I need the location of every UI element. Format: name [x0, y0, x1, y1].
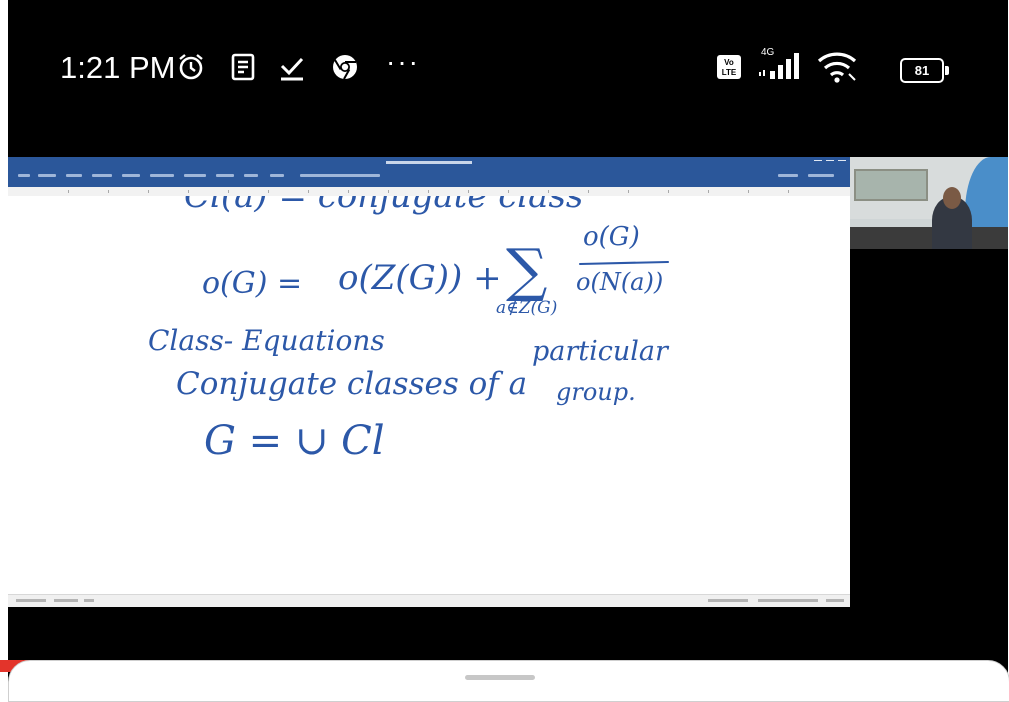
- word-title-bar: [8, 157, 850, 170]
- status-bar: 1:21 PM ··· Vo LTE 4G 81: [8, 0, 1008, 150]
- minimize-icon[interactable]: [814, 160, 822, 166]
- share-button[interactable]: [808, 174, 834, 177]
- wifi-icon: [816, 50, 860, 84]
- close-icon[interactable]: [838, 160, 846, 166]
- zoom-slider[interactable]: [758, 599, 818, 602]
- maximize-icon[interactable]: [826, 160, 834, 166]
- tab-insert[interactable]: [66, 174, 82, 177]
- tell-me-box[interactable]: [300, 174, 380, 177]
- proofing-icon: [84, 599, 94, 602]
- volte-icon: Vo LTE: [716, 52, 742, 82]
- svg-text:4G: 4G: [761, 47, 775, 58]
- view-buttons[interactable]: [708, 599, 748, 602]
- tab-design[interactable]: [92, 174, 112, 177]
- window-title: [386, 161, 472, 164]
- tab-mailings[interactable]: [184, 174, 206, 177]
- ink-fraction-bar: [578, 260, 670, 266]
- tab-references[interactable]: [150, 174, 174, 177]
- tab-review[interactable]: [216, 174, 234, 177]
- tab-file[interactable]: [18, 174, 30, 177]
- chrome-icon: [330, 52, 360, 82]
- bottom-sheet[interactable]: [8, 660, 1009, 702]
- tab-view[interactable]: [244, 174, 258, 177]
- presenter-webcam: [850, 157, 1008, 249]
- battery-icon: 81: [900, 58, 949, 83]
- more-dots-icon: ···: [386, 46, 420, 77]
- signal-4g-icon: 4G: [756, 44, 804, 84]
- alarm-clock-icon: [176, 52, 206, 82]
- word-count: [54, 599, 78, 602]
- video-frame: 1:21 PM ··· Vo LTE 4G 81 Cl(a) = conjuga…: [8, 0, 1008, 686]
- tab-draw[interactable]: [270, 174, 284, 177]
- status-time: 1:21 PM: [60, 50, 176, 85]
- download-done-icon: [278, 52, 306, 82]
- document-page: Cl(a) = conjugate class o(G) = o(Z(G)) +…: [8, 196, 850, 594]
- page-count: [16, 599, 46, 602]
- word-status-bar: [8, 594, 850, 607]
- ink-strokes: [578, 260, 670, 266]
- svg-text:LTE: LTE: [722, 68, 737, 77]
- word-ribbon-tabs: [8, 170, 850, 187]
- shared-screen: Cl(a) = conjugate class o(G) = o(Z(G)) +…: [8, 157, 850, 607]
- tab-home[interactable]: [38, 174, 56, 177]
- sheet-drag-handle[interactable]: [465, 675, 535, 680]
- signin-link[interactable]: [778, 174, 798, 177]
- tab-layout[interactable]: [122, 174, 140, 177]
- zoom-level[interactable]: [826, 599, 844, 602]
- svg-text:Vo: Vo: [724, 58, 734, 67]
- notes-icon: [230, 52, 256, 82]
